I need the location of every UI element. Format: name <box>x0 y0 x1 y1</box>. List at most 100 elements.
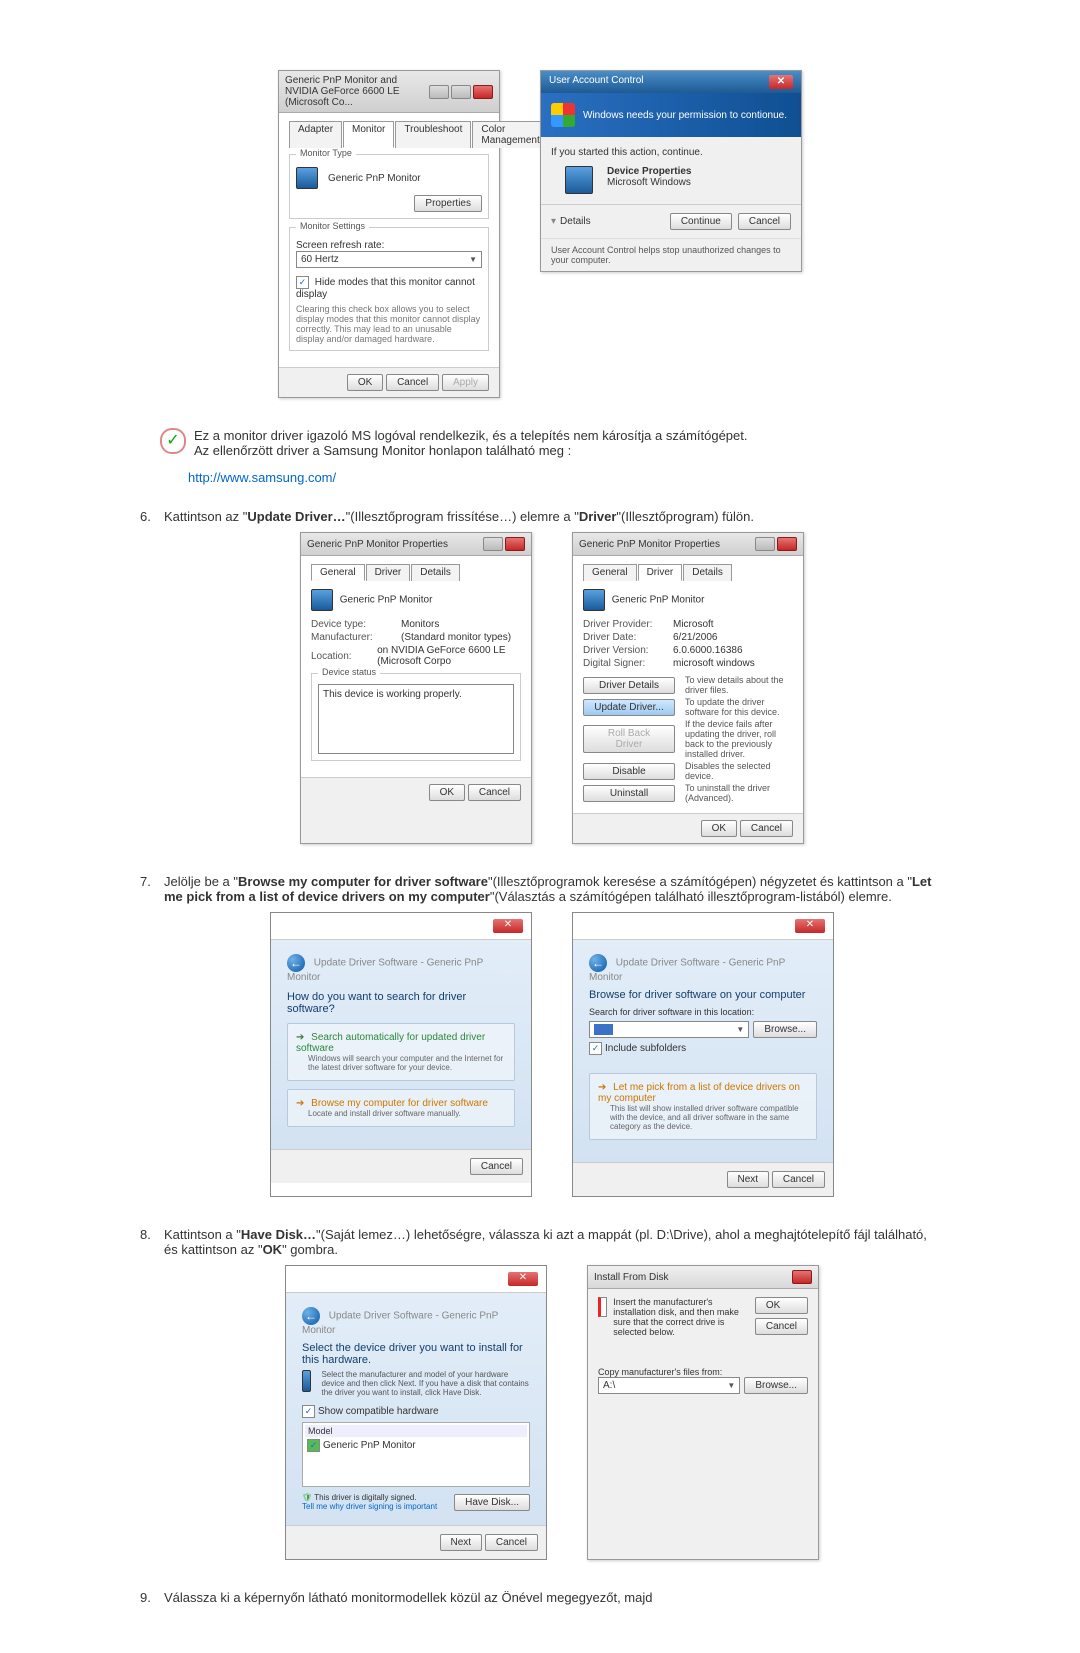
tab-monitor[interactable]: Monitor <box>343 121 394 148</box>
note-line1: Ez a monitor driver igazoló MS logóval r… <box>194 428 748 443</box>
tab-driver[interactable]: Driver <box>638 564 683 581</box>
ok-button[interactable]: OK <box>701 820 737 837</box>
hide-modes-checkbox[interactable]: ✓ <box>296 276 309 289</box>
drive-dropdown[interactable]: A:\ ▼ <box>598 1377 740 1394</box>
step-number: 6. <box>140 509 156 524</box>
uac-footer: User Account Control helps stop unauthor… <box>541 238 801 271</box>
refresh-label: Screen refresh rate: <box>296 240 482 251</box>
back-icon[interactable]: ← <box>589 954 607 972</box>
check-icon: ✓ <box>160 428 186 454</box>
monitor-icon <box>296 167 318 189</box>
arrow-icon: ➔ <box>598 1082 606 1093</box>
signed-icon: 🛡 <box>302 1493 312 1502</box>
location-label: Search for driver software in this locat… <box>589 1007 817 1017</box>
expand-icon[interactable]: ▾ <box>551 216 556 227</box>
cancel-button[interactable]: Cancel <box>485 1534 538 1551</box>
samsung-link[interactable]: http://www.samsung.com/ <box>188 470 336 485</box>
path-dropdown[interactable]: ▼ <box>589 1021 749 1038</box>
tab-details[interactable]: Details <box>683 564 732 581</box>
back-icon[interactable]: ← <box>302 1307 320 1325</box>
close-icon[interactable]: ✕ <box>493 919 523 933</box>
ok-button[interactable]: OK <box>429 784 465 801</box>
cancel-button[interactable]: Cancel <box>740 820 793 837</box>
tab-troubleshoot[interactable]: Troubleshoot <box>395 121 471 148</box>
close-icon[interactable]: ✕ <box>795 919 825 933</box>
uac-title-text: User Account Control <box>549 75 644 89</box>
uac-item-name: Device Properties <box>607 166 692 177</box>
driver-details-button[interactable]: Driver Details <box>583 677 675 694</box>
tab-driver[interactable]: Driver <box>366 564 411 581</box>
uac-dialog: User Account Control ✕ Windows needs you… <box>540 70 802 272</box>
wizard-heading: Browse for driver software on your compu… <box>589 989 817 1001</box>
monitor-settings-group: Monitor Settings Screen refresh rate: 60… <box>289 227 489 351</box>
next-button[interactable]: Next <box>440 1534 483 1551</box>
device-name: Generic PnP Monitor <box>612 595 705 606</box>
tab-details[interactable]: Details <box>411 564 460 581</box>
option-browse[interactable]: ➔ Browse my computer for driver software… <box>287 1089 515 1127</box>
properties-general-dialog: Generic PnP Monitor Properties General D… <box>300 532 532 844</box>
device-name: Generic PnP Monitor <box>340 595 433 606</box>
update-driver-button[interactable]: Update Driver... <box>583 699 675 716</box>
cancel-button[interactable]: Cancel <box>755 1318 808 1335</box>
compat-checkbox[interactable]: ✓ <box>302 1405 315 1418</box>
monitor-type-group: Monitor Type Generic PnP Monitor Propert… <box>289 154 489 219</box>
monitor-icon <box>311 589 333 611</box>
item-checked-icon: ✓ <box>307 1439 320 1452</box>
tab-adapter[interactable]: Adapter <box>289 121 342 148</box>
cancel-button[interactable]: Cancel <box>772 1171 825 1188</box>
chevron-down-icon: ▼ <box>736 1025 744 1034</box>
step-7: 7. Jelölje be a "Browse my computer for … <box>140 874 940 904</box>
ok-button[interactable]: OK <box>755 1297 808 1314</box>
refresh-dropdown[interactable]: 60 Hertz ▼ <box>296 251 482 268</box>
apply-button[interactable]: Apply <box>442 374 489 391</box>
browse-button[interactable]: Browse... <box>744 1377 808 1394</box>
browse-button[interactable]: Browse... <box>753 1021 817 1038</box>
ok-button[interactable]: OK <box>347 374 383 391</box>
tabs[interactable]: Adapter Monitor Troubleshoot Color Manag… <box>289 121 489 148</box>
have-disk-button[interactable]: Have Disk... <box>454 1494 530 1511</box>
close-icon[interactable]: ✕ <box>769 75 793 89</box>
copy-from-label: Copy manufacturer's files from: <box>598 1367 808 1377</box>
option-auto[interactable]: ➔ Search automatically for updated drive… <box>287 1023 515 1081</box>
option-pick[interactable]: ➔ Let me pick from a list of device driv… <box>589 1073 817 1140</box>
dialog-titlebar: Generic PnP Monitor and NVIDIA GeForce 6… <box>279 71 499 113</box>
shield-icon <box>551 103 575 127</box>
step-9-text: Válassza ki a képernyőn látható monitorm… <box>164 1590 652 1605</box>
close-icon[interactable]: ✕ <box>508 1272 538 1286</box>
tab-general[interactable]: General <box>583 564 637 581</box>
wizard-select: ✕ ← Update Driver Software - Generic PnP… <box>285 1265 547 1560</box>
cancel-button[interactable]: Cancel <box>738 213 791 230</box>
wizard-search: ✕ ← Update Driver Software - Generic PnP… <box>270 912 532 1197</box>
step-9: 9. Válassza ki a képernyőn látható monit… <box>140 1590 940 1605</box>
back-icon[interactable]: ← <box>287 954 305 972</box>
cancel-button[interactable]: Cancel <box>470 1158 523 1175</box>
dialog-title: Generic PnP Monitor Properties <box>307 539 448 550</box>
breadcrumb: Update Driver Software - Generic PnP Mon… <box>302 1311 498 1336</box>
rollback-button[interactable]: Roll Back Driver <box>583 725 675 753</box>
install-from-disk-dialog: Install From Disk Insert the manufacture… <box>587 1265 819 1560</box>
disable-button[interactable]: Disable <box>583 763 675 780</box>
details-link[interactable]: Details <box>560 216 591 227</box>
monitor-icon <box>583 589 605 611</box>
window-buttons[interactable] <box>429 85 493 99</box>
model-header: Model <box>305 1425 527 1437</box>
uac-header: Windows needs your permission to contion… <box>541 93 801 137</box>
continue-button[interactable]: Continue <box>670 213 732 230</box>
wizard-heading: How do you want to search for driver sof… <box>287 991 515 1015</box>
tab-color[interactable]: Color Management <box>472 121 548 148</box>
signing-link[interactable]: Tell me why driver signing is important <box>302 1502 437 1511</box>
cancel-button[interactable]: Cancel <box>386 374 439 391</box>
wizard-browse: ✕ ← Update Driver Software - Generic PnP… <box>572 912 834 1197</box>
list-item[interactable]: Generic PnP Monitor <box>323 1440 416 1451</box>
subfolders-checkbox[interactable]: ✓ <box>589 1042 602 1055</box>
step-number: 7. <box>140 874 156 904</box>
cancel-button[interactable]: Cancel <box>468 784 521 801</box>
uac-headline: Windows needs your permission to contion… <box>583 110 787 121</box>
properties-button[interactable]: Properties <box>414 195 482 212</box>
next-button[interactable]: Next <box>727 1171 770 1188</box>
uac-titlebar: User Account Control ✕ <box>541 71 801 93</box>
group-label: Monitor Type <box>296 148 356 158</box>
tab-general[interactable]: General <box>311 564 365 581</box>
uninstall-button[interactable]: Uninstall <box>583 785 675 802</box>
uac-started: If you started this action, continue. <box>551 147 791 158</box>
